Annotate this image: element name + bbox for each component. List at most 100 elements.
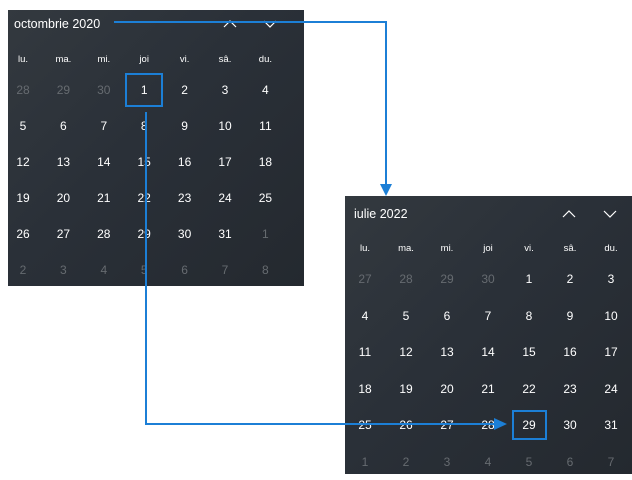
selected-day-cell[interactable]: 1 xyxy=(124,72,164,108)
day-cell[interactable]: 4 xyxy=(245,72,285,108)
day-cell[interactable]: 2 xyxy=(550,261,591,297)
chevron-down-icon[interactable] xyxy=(601,206,619,222)
day-cell[interactable]: 12 xyxy=(3,144,43,180)
weekday-header: joi xyxy=(139,54,149,65)
day-cell[interactable]: 14 xyxy=(84,144,124,180)
weekday-header: sâ. xyxy=(563,243,577,254)
day-cell[interactable]: 30 xyxy=(165,216,205,252)
day-cell[interactable]: 4 xyxy=(84,252,124,288)
day-cell[interactable]: 22 xyxy=(509,371,550,407)
day-cell[interactable]: 7 xyxy=(468,298,509,334)
day-cell[interactable]: 2 xyxy=(3,252,43,288)
day-cell[interactable]: 9 xyxy=(550,298,591,334)
day-cell[interactable]: 29 xyxy=(43,72,83,108)
day-cell[interactable]: 26 xyxy=(3,216,43,252)
day-cell[interactable]: 19 xyxy=(3,180,43,216)
day-cell[interactable]: 28 xyxy=(468,407,509,443)
day-cell[interactable]: 14 xyxy=(468,334,509,370)
weekday-header: sâ. xyxy=(218,54,232,65)
day-cell[interactable]: 28 xyxy=(84,216,124,252)
day-cell[interactable]: 17 xyxy=(591,334,632,370)
day-cell[interactable]: 3 xyxy=(205,72,245,108)
day-cell[interactable]: 30 xyxy=(550,407,591,443)
day-cell[interactable]: 24 xyxy=(205,180,245,216)
day-cell[interactable]: 4 xyxy=(468,444,509,480)
day-cell[interactable]: 10 xyxy=(591,298,632,334)
day-cell[interactable]: 7 xyxy=(205,252,245,288)
day-cell[interactable]: 5 xyxy=(386,298,427,334)
day-cell[interactable]: 6 xyxy=(43,108,83,144)
day-cell[interactable]: 11 xyxy=(245,108,285,144)
day-cell[interactable]: 21 xyxy=(468,371,509,407)
day-cell[interactable]: 29 xyxy=(124,216,164,252)
day-cell[interactable]: 8 xyxy=(245,252,285,288)
day-cell[interactable]: 20 xyxy=(427,371,468,407)
day-cell[interactable]: 20 xyxy=(43,180,83,216)
chevron-up-icon[interactable] xyxy=(221,16,239,32)
day-cell[interactable]: 16 xyxy=(550,334,591,370)
chevron-down-icon[interactable] xyxy=(261,16,279,32)
day-cell[interactable]: 30 xyxy=(84,72,124,108)
day-cell[interactable]: 26 xyxy=(386,407,427,443)
day-cell[interactable]: 25 xyxy=(345,407,386,443)
selected-day-cell[interactable]: 29 xyxy=(509,407,550,443)
day-cell[interactable]: 17 xyxy=(205,144,245,180)
weekday-header: lu. xyxy=(17,54,29,65)
day-cell[interactable]: 9 xyxy=(165,108,205,144)
day-cell[interactable]: 1 xyxy=(509,261,550,297)
day-cell[interactable]: 25 xyxy=(245,180,285,216)
day-cell[interactable]: 3 xyxy=(427,444,468,480)
day-cell[interactable]: 28 xyxy=(3,72,43,108)
day-cell[interactable]: 8 xyxy=(124,108,164,144)
day-cell[interactable]: 21 xyxy=(84,180,124,216)
weekday-header: mi. xyxy=(440,243,454,254)
day-cell[interactable]: 5 xyxy=(509,444,550,480)
chevron-up-icon[interactable] xyxy=(560,206,578,222)
day-cell[interactable]: 15 xyxy=(124,144,164,180)
weekday-header: ma. xyxy=(398,243,414,254)
day-cell[interactable]: 13 xyxy=(427,334,468,370)
day-cell[interactable]: 30 xyxy=(468,261,509,297)
day-cell[interactable]: 13 xyxy=(43,144,83,180)
day-cell[interactable]: 18 xyxy=(345,371,386,407)
day-cell[interactable]: 27 xyxy=(345,261,386,297)
day-cell[interactable]: 31 xyxy=(205,216,245,252)
day-cell[interactable]: 18 xyxy=(245,144,285,180)
day-cell[interactable]: 3 xyxy=(591,261,632,297)
day-cell[interactable]: 12 xyxy=(386,334,427,370)
day-cell[interactable]: 6 xyxy=(165,252,205,288)
month-title[interactable]: octombrie 2020 xyxy=(14,17,100,31)
day-cell[interactable]: 23 xyxy=(550,371,591,407)
day-cell[interactable]: 23 xyxy=(165,180,205,216)
day-cell[interactable]: 5 xyxy=(124,252,164,288)
day-cell[interactable]: 29 xyxy=(427,261,468,297)
day-cell[interactable]: 7 xyxy=(84,108,124,144)
day-cell[interactable]: 27 xyxy=(427,407,468,443)
day-cell[interactable]: 28 xyxy=(386,261,427,297)
day-cell[interactable]: 2 xyxy=(386,444,427,480)
day-cell[interactable]: 15 xyxy=(509,334,550,370)
day-cell[interactable]: 3 xyxy=(43,252,83,288)
weekday-header: vi. xyxy=(179,54,190,65)
weekday-header: mi. xyxy=(97,54,111,65)
day-cell[interactable]: 16 xyxy=(165,144,205,180)
calendar-october-2020: octombrie 2020 lu. ma. mi. joi vi. sâ. du. 28 29… xyxy=(8,10,304,286)
day-cell[interactable]: 27 xyxy=(43,216,83,252)
day-cell[interactable]: 7 xyxy=(591,444,632,480)
day-cell[interactable]: 6 xyxy=(427,298,468,334)
day-cell[interactable]: 22 xyxy=(124,180,164,216)
day-cell[interactable]: 2 xyxy=(165,72,205,108)
day-cell[interactable]: 24 xyxy=(591,371,632,407)
day-cell[interactable]: 11 xyxy=(345,334,386,370)
day-cell[interactable]: 4 xyxy=(345,298,386,334)
month-title[interactable]: iulie 2022 xyxy=(354,207,408,221)
weekday-header: du. xyxy=(604,243,618,254)
day-cell[interactable]: 1 xyxy=(245,216,285,252)
day-cell[interactable]: 31 xyxy=(591,407,632,443)
day-cell[interactable]: 8 xyxy=(509,298,550,334)
day-cell[interactable]: 6 xyxy=(550,444,591,480)
day-cell[interactable]: 5 xyxy=(3,108,43,144)
day-cell[interactable]: 10 xyxy=(205,108,245,144)
day-cell[interactable]: 1 xyxy=(345,444,386,480)
day-cell[interactable]: 19 xyxy=(386,371,427,407)
